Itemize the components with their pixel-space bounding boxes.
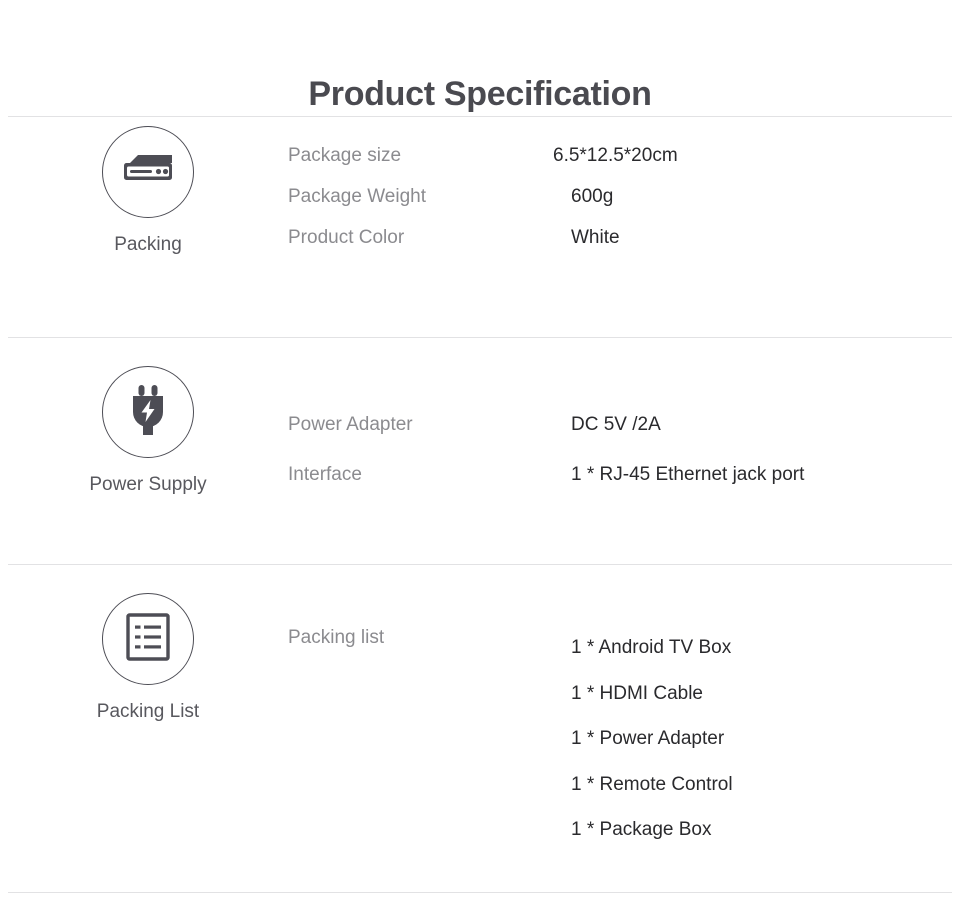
spec-section-packing-list: Packing List Packing list 1 * Android TV… — [0, 565, 960, 892]
list-item: 1 * Android TV Box — [571, 625, 733, 671]
tv-box-icon — [120, 150, 176, 195]
power-icon-circle — [102, 366, 194, 458]
spec-value: DC 5V /2A — [553, 400, 661, 450]
spec-section-power-supply: Power Supply Power Adapter DC 5V /2A Int… — [0, 338, 960, 564]
spec-value: 6.5*12.5*20cm — [553, 135, 678, 176]
packing-list-icon-circle — [102, 593, 194, 685]
spec-label: Package size — [288, 135, 553, 176]
spec-label: Interface — [288, 450, 553, 500]
spec-label: Product Color — [288, 217, 553, 258]
document-list-icon — [124, 612, 172, 667]
spec-label: Packing list — [288, 625, 553, 651]
packing-icon-column: Packing — [8, 117, 288, 256]
spec-value: White — [553, 217, 620, 258]
spec-row: Product Color White — [288, 217, 960, 258]
packing-fields: Package size 6.5*12.5*20cm Package Weigh… — [288, 117, 960, 258]
spec-row: Package Weight 600g — [288, 176, 960, 217]
list-item: 1 * Package Box — [571, 807, 733, 853]
list-item: 1 * HDMI Cable — [571, 671, 733, 717]
spec-row: Power Adapter DC 5V /2A — [288, 400, 960, 450]
power-plug-icon — [126, 384, 170, 441]
list-item: 1 * Remote Control — [571, 762, 733, 808]
packing-list-values: 1 * Android TV Box 1 * HDMI Cable 1 * Po… — [553, 625, 733, 853]
power-fields: Power Adapter DC 5V /2A Interface 1 * RJ… — [288, 338, 960, 500]
spec-row: Package size 6.5*12.5*20cm — [288, 135, 960, 176]
packing-list-fields: Packing list 1 * Android TV Box 1 * HDMI… — [288, 565, 960, 853]
list-item: 1 * Power Adapter — [571, 716, 733, 762]
divider-bottom — [8, 892, 952, 893]
packing-icon-caption: Packing — [114, 234, 182, 256]
packing-list-icon-column: Packing List — [8, 565, 288, 723]
page-title: Product Specification — [0, 0, 960, 116]
spec-row: Packing list 1 * Android TV Box 1 * HDMI… — [288, 625, 960, 853]
spec-value: 1 * RJ-45 Ethernet jack port — [553, 450, 804, 500]
packing-icon-circle — [102, 126, 194, 218]
spec-row: Interface 1 * RJ-45 Ethernet jack port — [288, 450, 960, 500]
power-icon-caption: Power Supply — [89, 474, 206, 496]
packing-list-icon-caption: Packing List — [97, 701, 199, 723]
power-icon-column: Power Supply — [8, 338, 288, 496]
spec-label: Package Weight — [288, 176, 553, 217]
spec-label: Power Adapter — [288, 400, 553, 450]
spec-section-packing: Packing Package size 6.5*12.5*20cm Packa… — [0, 117, 960, 337]
spec-value: 600g — [553, 176, 613, 217]
